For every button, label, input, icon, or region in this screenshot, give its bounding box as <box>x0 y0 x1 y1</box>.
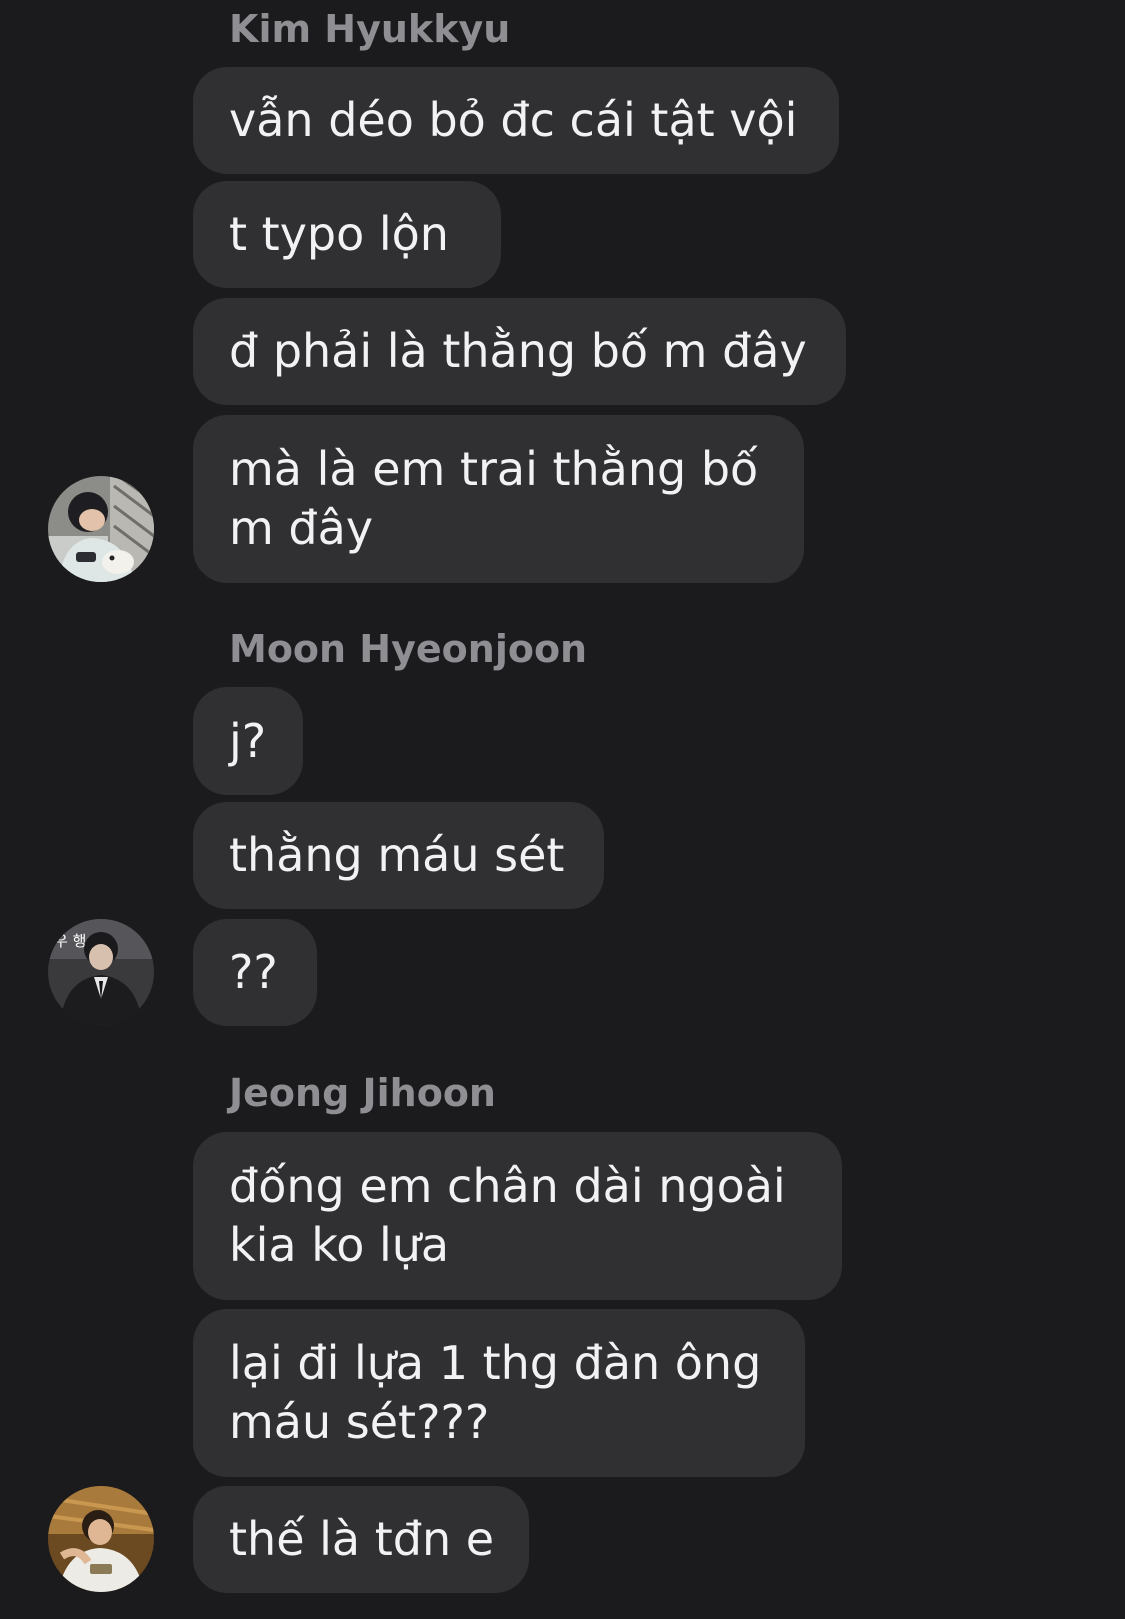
message-bubble[interactable]: ?? <box>193 919 317 1026</box>
sender-name: Jeong Jihoon <box>229 1071 496 1115</box>
sender-name: Moon Hyeonjoon <box>229 627 588 671</box>
message-bubble[interactable]: t typo lộn <box>193 181 501 288</box>
message-bubble[interactable]: vẫn déo bỏ đc cái tật vội <box>193 67 839 174</box>
message-text: m đây <box>229 501 374 555</box>
message-text: kia ko lựa <box>229 1218 450 1272</box>
user-photo-avatar[interactable]: 우 행 <box>48 919 154 1025</box>
message-bubble[interactable]: thế là tđn e <box>193 1486 529 1593</box>
message-text: vẫn déo bỏ đc cái tật vội <box>229 93 798 147</box>
message-text: đ phải là thằng bố m đây <box>229 324 807 378</box>
message-text: t typo lộn <box>229 207 449 261</box>
message-bubble[interactable]: j? <box>193 687 303 795</box>
message-text: đống em chân dài ngoài <box>229 1159 786 1213</box>
message-text: ?? <box>229 945 278 999</box>
message-bubble[interactable]: thằng máu sét <box>193 802 604 909</box>
message-text: j? <box>229 713 267 768</box>
user-photo-avatar[interactable] <box>48 1486 154 1592</box>
message-text: thế là tđn e <box>229 1512 495 1566</box>
message-text: máu sét??? <box>229 1395 490 1449</box>
avatar-overlay-text: 우 행 <box>54 932 86 950</box>
message-bubble[interactable]: đống em chân dài ngoài kia ko lựa <box>193 1132 842 1300</box>
avatar-photo <box>48 1486 154 1592</box>
message-text: lại đi lựa 1 thg đàn ông <box>229 1336 762 1390</box>
avatar-photo: 우 행 <box>48 919 154 1025</box>
message-text: mà là em trai thằng bố <box>229 442 759 496</box>
user-photo-avatar[interactable] <box>48 476 154 582</box>
message-bubble[interactable]: mà là em trai thằng bố m đây <box>193 415 804 583</box>
message-bubble[interactable]: đ phải là thằng bố m đây <box>193 298 846 405</box>
message-text: thằng máu sét <box>229 828 565 882</box>
avatar-photo <box>48 476 154 582</box>
sender-name: Kim Hyukkyu <box>229 7 511 51</box>
message-bubble[interactable]: lại đi lựa 1 thg đàn ông máu sét??? <box>193 1309 805 1477</box>
